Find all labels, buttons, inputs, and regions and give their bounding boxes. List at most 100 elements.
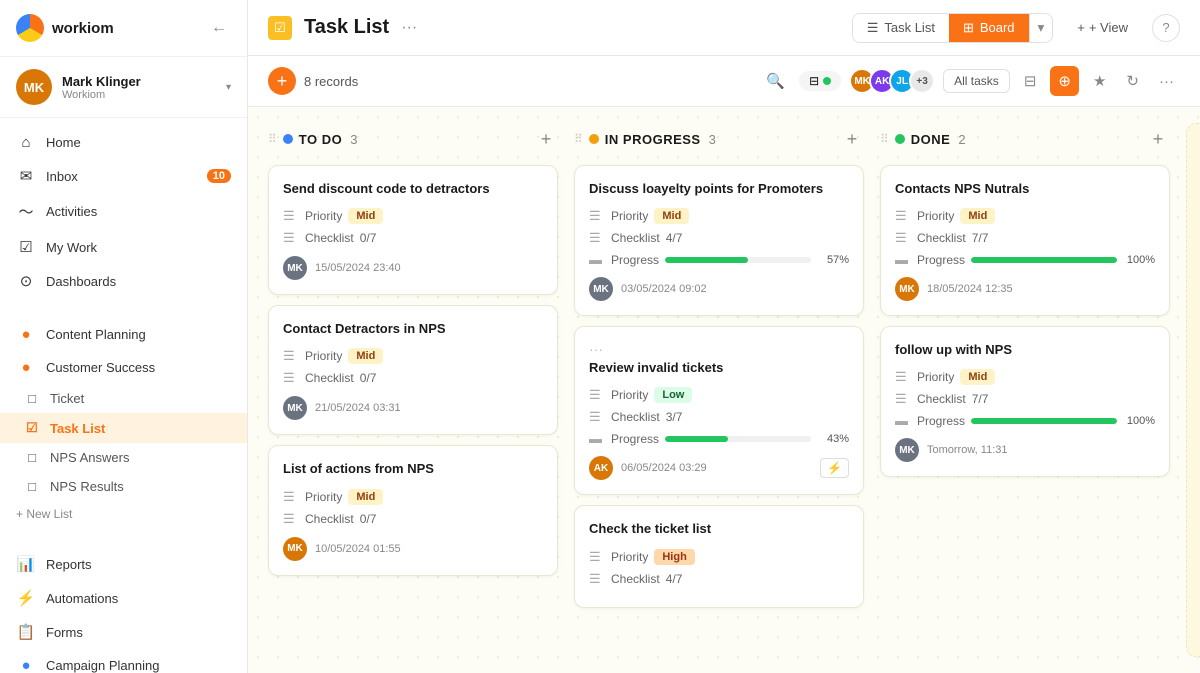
sidebar-item-inbox[interactable]: ✉ Inbox 10: [0, 159, 247, 193]
sidebar-item-campaign-planning-label: Campaign Planning: [46, 658, 159, 673]
inprogress-drag-handle[interactable]: ⠿: [574, 132, 583, 146]
sidebar-item-automations[interactable]: ⚡ Automations: [0, 581, 247, 615]
new-list-button[interactable]: + New List: [0, 501, 247, 527]
todo-drag-handle[interactable]: ⠿: [268, 132, 277, 146]
priority-badge: Mid: [348, 489, 383, 505]
progress-icon: ▬: [895, 252, 911, 267]
avatar-stack: MK AK JL +3: [849, 68, 935, 94]
refresh-button[interactable]: ↻: [1120, 68, 1145, 94]
logo-icon: [16, 14, 44, 42]
checklist-icon: ☰: [895, 391, 911, 407]
checklist-value: 0/7: [360, 371, 377, 385]
card-c3: List of actions from NPS ☰ Priority Mid …: [268, 445, 558, 575]
done-add-button[interactable]: +: [1146, 127, 1170, 151]
column-todo-header: ⠿ TO DO 3 +: [268, 123, 558, 155]
sidebar-item-activities-label: Activities: [46, 204, 97, 219]
sidebar-footer: 📊 Reports ⚡ Automations 📋 Forms ● Campai…: [0, 539, 247, 673]
sidebar-item-dashboards-label: Dashboards: [46, 274, 116, 289]
checklist-icon: ☰: [589, 230, 605, 246]
star-button[interactable]: ★: [1087, 68, 1112, 94]
progress-label: Progress: [611, 432, 659, 446]
user-dropdown-icon[interactable]: ▾: [226, 82, 231, 93]
progress-icon: ▬: [895, 413, 911, 428]
column-done: ⠿ DONE 2 + Contacts NPS Nutrals ☰ Priori…: [880, 123, 1170, 657]
sidebar-item-dashboards[interactable]: ⊙ Dashboards: [0, 264, 247, 298]
nav-section: ⌂ Home ✉ Inbox 10 〜 Activities ☑ My Work…: [0, 118, 247, 306]
sidebar-item-content-planning[interactable]: ● Content Planning: [0, 318, 247, 351]
records-count: 8 records: [304, 74, 358, 89]
priority-icon: ☰: [895, 369, 911, 385]
all-tasks-button[interactable]: All tasks: [943, 69, 1010, 93]
card-c2-title: Contact Detractors in NPS: [283, 320, 543, 338]
priority-label: Priority: [917, 370, 954, 384]
inprogress-column-count: 3: [709, 132, 716, 147]
checklist-icon: ☰: [283, 370, 299, 386]
priority-badge: Mid: [960, 369, 995, 385]
progress-icon: ▬: [589, 252, 605, 267]
view-tasklist-button[interactable]: ☰ Task List: [853, 14, 949, 42]
todo-column-count: 3: [350, 132, 357, 147]
campaign-planning-icon: ●: [16, 657, 36, 673]
priority-icon: ☰: [283, 208, 299, 224]
todo-add-button[interactable]: +: [534, 127, 558, 151]
priority-label: Priority: [611, 550, 648, 564]
page-more-button[interactable]: ···: [401, 19, 417, 37]
sidebar-item-customer-success[interactable]: ● Customer Success: [0, 351, 247, 384]
sidebar-item-customer-success-label: Customer Success: [46, 360, 155, 375]
layers-button[interactable]: ⊕: [1050, 66, 1079, 96]
card-c4-priority-row: ☰ Priority Mid: [589, 208, 849, 224]
checklist-label: Checklist: [305, 371, 354, 385]
add-record-button[interactable]: +: [268, 67, 296, 95]
priority-badge: Low: [654, 387, 692, 403]
sidebar-sub-ticket[interactable]: □ Ticket: [0, 384, 247, 413]
card-c5-more-button[interactable]: ···: [589, 341, 603, 357]
card-c7-avatar: MK: [895, 277, 919, 301]
checklist-icon: ☰: [283, 230, 299, 246]
sidebar-item-activities[interactable]: 〜 Activities: [0, 193, 247, 230]
todo-status-dot: [283, 134, 293, 144]
card-c2: Contact Detractors in NPS ☰ Priority Mid…: [268, 305, 558, 435]
sidebar-item-home[interactable]: ⌂ Home: [0, 126, 247, 159]
sidebar-sub-nps-answers[interactable]: □ NPS Answers: [0, 443, 247, 472]
card-c2-footer: MK 21/05/2024 03:31: [283, 396, 543, 420]
sidebar-collapse-button[interactable]: ←: [207, 15, 231, 41]
done-column-title: DONE: [911, 132, 951, 147]
sidebar-item-forms[interactable]: 📋 Forms: [0, 615, 247, 649]
toolbar-more-button[interactable]: ···: [1153, 69, 1180, 94]
user-section[interactable]: MK Mark Klinger Workiom ▾: [0, 57, 247, 118]
checklist-value: 7/7: [972, 231, 989, 245]
checklist-icon: ☰: [589, 409, 605, 425]
add-view-button[interactable]: + + View: [1065, 14, 1140, 41]
sidebar-item-automations-label: Automations: [46, 591, 118, 606]
view-dropdown-button[interactable]: ▾: [1029, 14, 1053, 42]
progress-bar-c4: [665, 257, 811, 263]
checklist-label: Checklist: [611, 410, 660, 424]
sidebar-item-mywork[interactable]: ☑ My Work: [0, 230, 247, 264]
sidebar-sub-task-list[interactable]: ☑ Task List: [0, 413, 247, 443]
checklist-icon: ☰: [589, 571, 605, 587]
card-c1-title: Send discount code to detractors: [283, 180, 543, 198]
filter-button[interactable]: ⊟: [1018, 68, 1043, 94]
card-c3-avatar: MK: [283, 537, 307, 561]
column-done-header: ⠿ DONE 2 +: [880, 123, 1170, 155]
done-drag-handle[interactable]: ⠿: [880, 132, 889, 146]
user-info: Mark Klinger Workiom: [62, 74, 216, 101]
card-c8-title: follow up with NPS: [895, 341, 1155, 359]
sidebar-item-reports[interactable]: 📊 Reports: [0, 547, 247, 581]
checklist-label: Checklist: [611, 231, 660, 245]
user-org: Workiom: [62, 89, 216, 101]
view-board-button[interactable]: ⊞ Board: [949, 14, 1029, 42]
view-switcher: ☰ Task List ⊞ Board ▾: [852, 13, 1054, 43]
card-c5-action-button[interactable]: ⚡: [820, 458, 849, 478]
card-c4-footer: MK 03/05/2024 09:02: [589, 277, 849, 301]
search-button[interactable]: 🔍: [760, 68, 791, 94]
sidebar-item-campaign-planning[interactable]: ● Campaign Planning: [0, 649, 247, 673]
progress-fill-c5: [665, 436, 728, 442]
filter-toggle-button[interactable]: ⊟: [799, 71, 841, 91]
inbox-badge: 10: [207, 169, 231, 183]
inprogress-add-button[interactable]: +: [840, 127, 864, 151]
sidebar-sub-nps-results[interactable]: □ NPS Results: [0, 472, 247, 501]
card-c7-progress-row: ▬ Progress 100%: [895, 252, 1155, 267]
priority-badge: Mid: [654, 208, 689, 224]
help-button[interactable]: ?: [1152, 14, 1180, 42]
